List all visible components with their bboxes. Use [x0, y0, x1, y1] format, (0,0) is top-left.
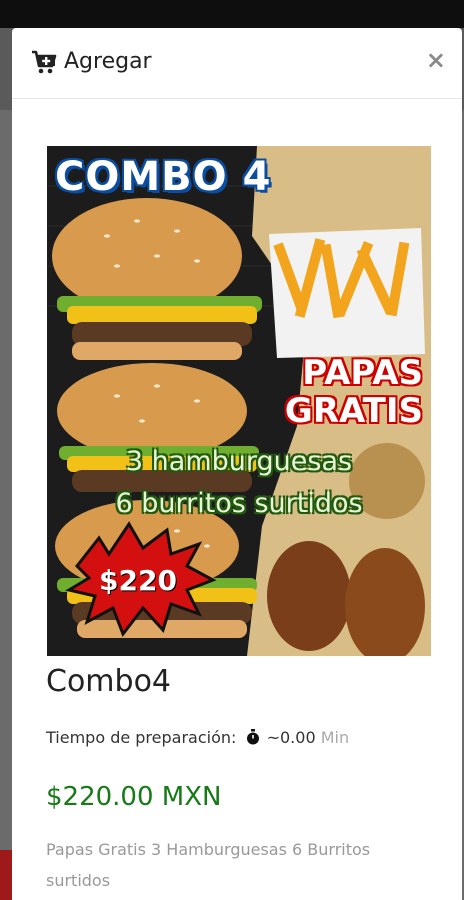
- product-price: $220.00 MXN: [46, 782, 222, 812]
- image-headline-text: COMBO 4: [55, 154, 272, 200]
- product-name: Combo4: [46, 664, 172, 699]
- product-image: COMBO 4 PAPAS GRATIS 3 hamburguesas 6 bu…: [47, 146, 431, 656]
- image-papas-line2: GRATIS: [284, 391, 423, 431]
- stopwatch-icon: [246, 728, 260, 745]
- product-description: Papas Gratis 3 Hamburguesas 6 Burritos s…: [46, 840, 371, 890]
- cart-plus-icon: [30, 48, 58, 76]
- prep-label: Tiempo de preparación:: [46, 728, 237, 747]
- prep-value: ~0.00: [266, 728, 316, 747]
- modal-header: Agregar ×: [12, 28, 462, 99]
- background-top-bar: [0, 0, 464, 28]
- image-hamburguesas-text: 3 hamburguesas: [125, 446, 353, 477]
- image-price-text: $220: [99, 564, 177, 597]
- preparation-time: Tiempo de preparación: ~0.00 Min: [46, 726, 349, 750]
- background-red-element: [0, 850, 12, 900]
- close-icon[interactable]: ×: [426, 46, 446, 74]
- image-papas-text: PAPAS GRATIS: [285, 354, 423, 430]
- modal-title: Agregar: [64, 49, 152, 74]
- image-papas-line1: PAPAS: [302, 353, 423, 393]
- prep-unit: Min: [320, 728, 350, 747]
- image-burritos-text: 6 burritos surtidos: [115, 488, 363, 519]
- background-page-edge: [0, 110, 12, 900]
- add-to-cart-modal: Agregar × COMBO 4 PAPAS GRATIS 3 hamburg…: [12, 28, 462, 900]
